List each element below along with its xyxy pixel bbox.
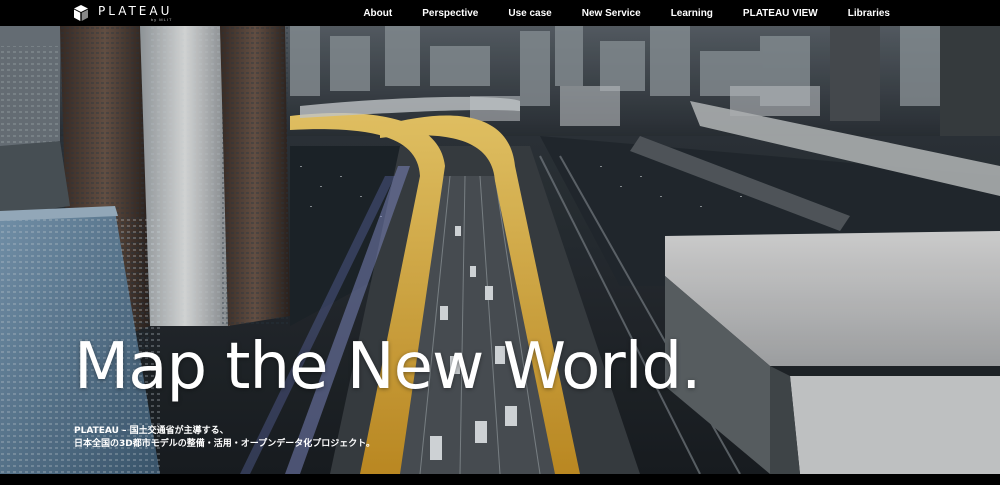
nav-use-case[interactable]: Use case: [493, 8, 566, 19]
hero-description: PLATEAU – 国土交通省が主導する、 日本全国の3D都市モデルの整備・活用…: [74, 425, 375, 451]
page: PLATEAU by MLIT About Perspective Use ca…: [0, 0, 1000, 485]
nav-plateau-view[interactable]: PLATEAU VIEW: [728, 8, 833, 19]
logo-wordmark: PLATEAU by MLIT: [98, 5, 172, 22]
nav-new-service[interactable]: New Service: [567, 8, 656, 19]
nav-libraries[interactable]: Libraries: [833, 8, 890, 19]
bottom-bar: [0, 474, 1000, 485]
nav-perspective[interactable]: Perspective: [407, 8, 493, 19]
plateau-logo[interactable]: PLATEAU by MLIT: [72, 3, 172, 23]
logo-text: PLATEAU: [98, 3, 173, 18]
main-nav: About Perspective Use case New Service L…: [363, 0, 890, 26]
hero-city-background: [0, 26, 1000, 474]
nav-learning[interactable]: Learning: [656, 8, 728, 19]
hero-title: Map the New World.: [74, 330, 701, 404]
site-header: PLATEAU by MLIT About Perspective Use ca…: [0, 0, 1000, 26]
nav-about[interactable]: About: [363, 8, 407, 19]
hero-description-line-2: 日本全国の3D都市モデルの整備・活用・オープンデータ化プロジェクト。: [74, 439, 376, 449]
hero-section: Map the New World.: [0, 26, 1000, 474]
cube-logo-icon: [74, 5, 88, 21]
logo-subtext: by MLIT: [150, 16, 173, 22]
hero-description-line-1: PLATEAU – 国土交通省が主導する、: [74, 426, 229, 436]
